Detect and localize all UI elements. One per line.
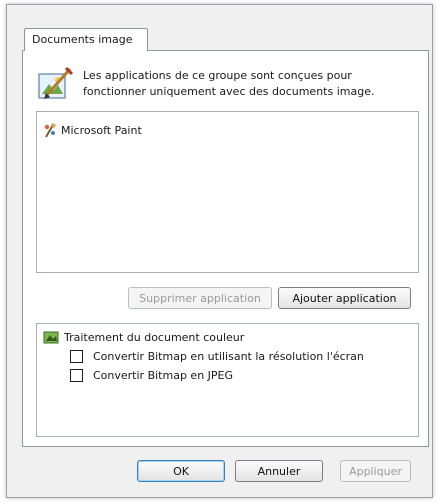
option-bitmap-jpeg[interactable]: Convertir Bitmap en JPEG [70, 369, 233, 382]
description-text: Les applications de ce groupe sont conçu… [83, 69, 375, 98]
checkbox[interactable] [70, 350, 83, 363]
feature-heading: Traitement du document couleur [43, 330, 244, 344]
tab-label: Documents image [32, 33, 133, 46]
image-documents-icon [36, 66, 74, 102]
cancel-button[interactable]: Annuler [235, 460, 323, 482]
tab-panel: Les applications de ce groupe sont conçu… [22, 50, 429, 447]
option-label: Convertir Bitmap en JPEG [93, 369, 234, 382]
ok-button[interactable]: OK [137, 460, 225, 482]
option-label: Convertir Bitmap en utilisant la résolut… [93, 350, 364, 363]
properties-dialog: Documents image Les applications de ce g… [6, 4, 433, 498]
add-application-button[interactable]: Ajouter application [278, 287, 411, 309]
application-list[interactable]: Microsoft Paint [36, 111, 419, 273]
list-item-label: Microsoft Paint [61, 123, 142, 137]
list-item[interactable]: Microsoft Paint [43, 121, 142, 139]
paint-brush-icon [43, 122, 57, 138]
feature-heading-label: Traitement du document couleur [64, 330, 245, 344]
apply-button[interactable]: Appliquer [340, 460, 411, 482]
checkbox[interactable] [70, 369, 83, 382]
remove-application-button[interactable]: Supprimer application [128, 287, 272, 309]
features-box: Traitement du document couleur Convertir… [36, 323, 419, 437]
color-document-icon [43, 330, 59, 344]
tab-documents-image[interactable]: Documents image [24, 28, 148, 51]
option-bitmap-resolution[interactable]: Convertir Bitmap en utilisant la résolut… [70, 350, 364, 363]
